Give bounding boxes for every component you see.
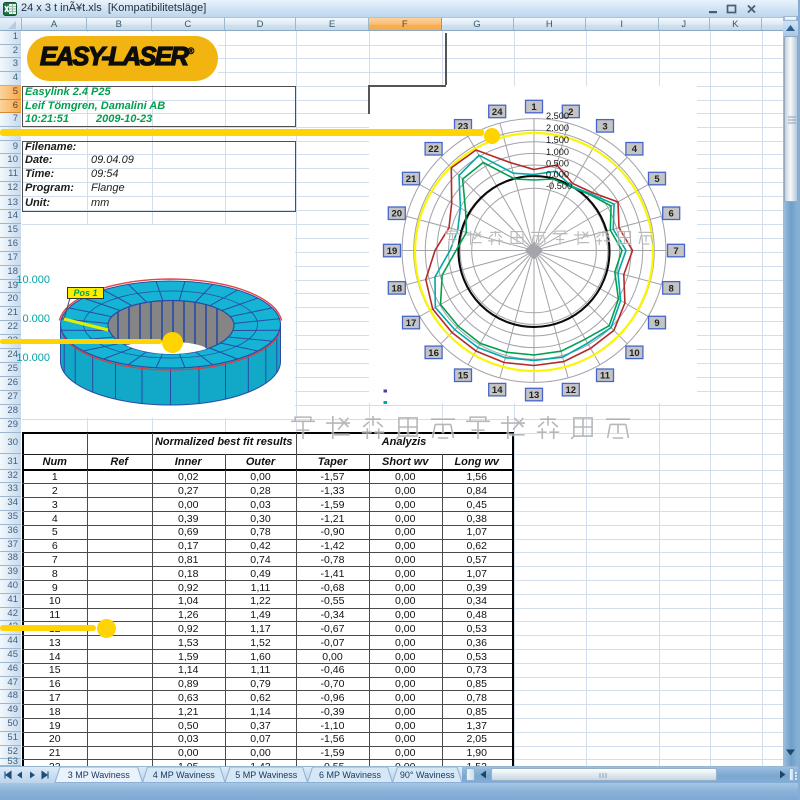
svg-text:13: 13	[529, 390, 540, 401]
svg-text:11: 11	[600, 371, 611, 382]
svg-text:4: 4	[632, 144, 638, 155]
svg-text:2.000: 2.000	[546, 123, 569, 133]
svg-text:5 MP Waviness: 5 MP Waviness	[235, 770, 298, 780]
svg-text:22: 22	[428, 144, 439, 155]
svg-text:8: 8	[669, 283, 674, 294]
svg-text:16: 16	[428, 348, 439, 359]
svg-text:20: 20	[392, 209, 403, 220]
svg-text:17: 17	[406, 318, 417, 329]
svg-text:-0.500: -0.500	[546, 181, 572, 191]
svg-text:7: 7	[673, 246, 678, 257]
svg-text:2.500: 2.500	[546, 111, 569, 121]
svg-text:3: 3	[602, 121, 607, 132]
svg-text:3 MP Waviness: 3 MP Waviness	[68, 770, 131, 780]
svg-text:0.500: 0.500	[546, 159, 569, 169]
svg-text:15: 15	[458, 371, 469, 382]
svg-text:9: 9	[654, 318, 659, 329]
svg-text:10: 10	[629, 348, 640, 359]
svg-text:24: 24	[492, 107, 503, 118]
svg-text:6: 6	[669, 209, 674, 220]
svg-text:12: 12	[566, 385, 577, 396]
svg-text:1.000: 1.000	[546, 147, 569, 157]
svg-text:21: 21	[406, 174, 417, 185]
svg-text:1.500: 1.500	[546, 135, 569, 145]
svg-text:5: 5	[654, 174, 660, 185]
svg-text:6 MP Waviness: 6 MP Waviness	[319, 770, 382, 780]
svg-text:0.000: 0.000	[546, 170, 569, 180]
svg-text:14: 14	[492, 385, 503, 396]
svg-text:19: 19	[387, 246, 398, 257]
svg-text:4 MP Waviness: 4 MP Waviness	[153, 770, 216, 780]
svg-text:1: 1	[531, 102, 537, 113]
svg-text:90° Waviness: 90° Waviness	[400, 770, 455, 780]
svg-text:18: 18	[392, 283, 403, 294]
